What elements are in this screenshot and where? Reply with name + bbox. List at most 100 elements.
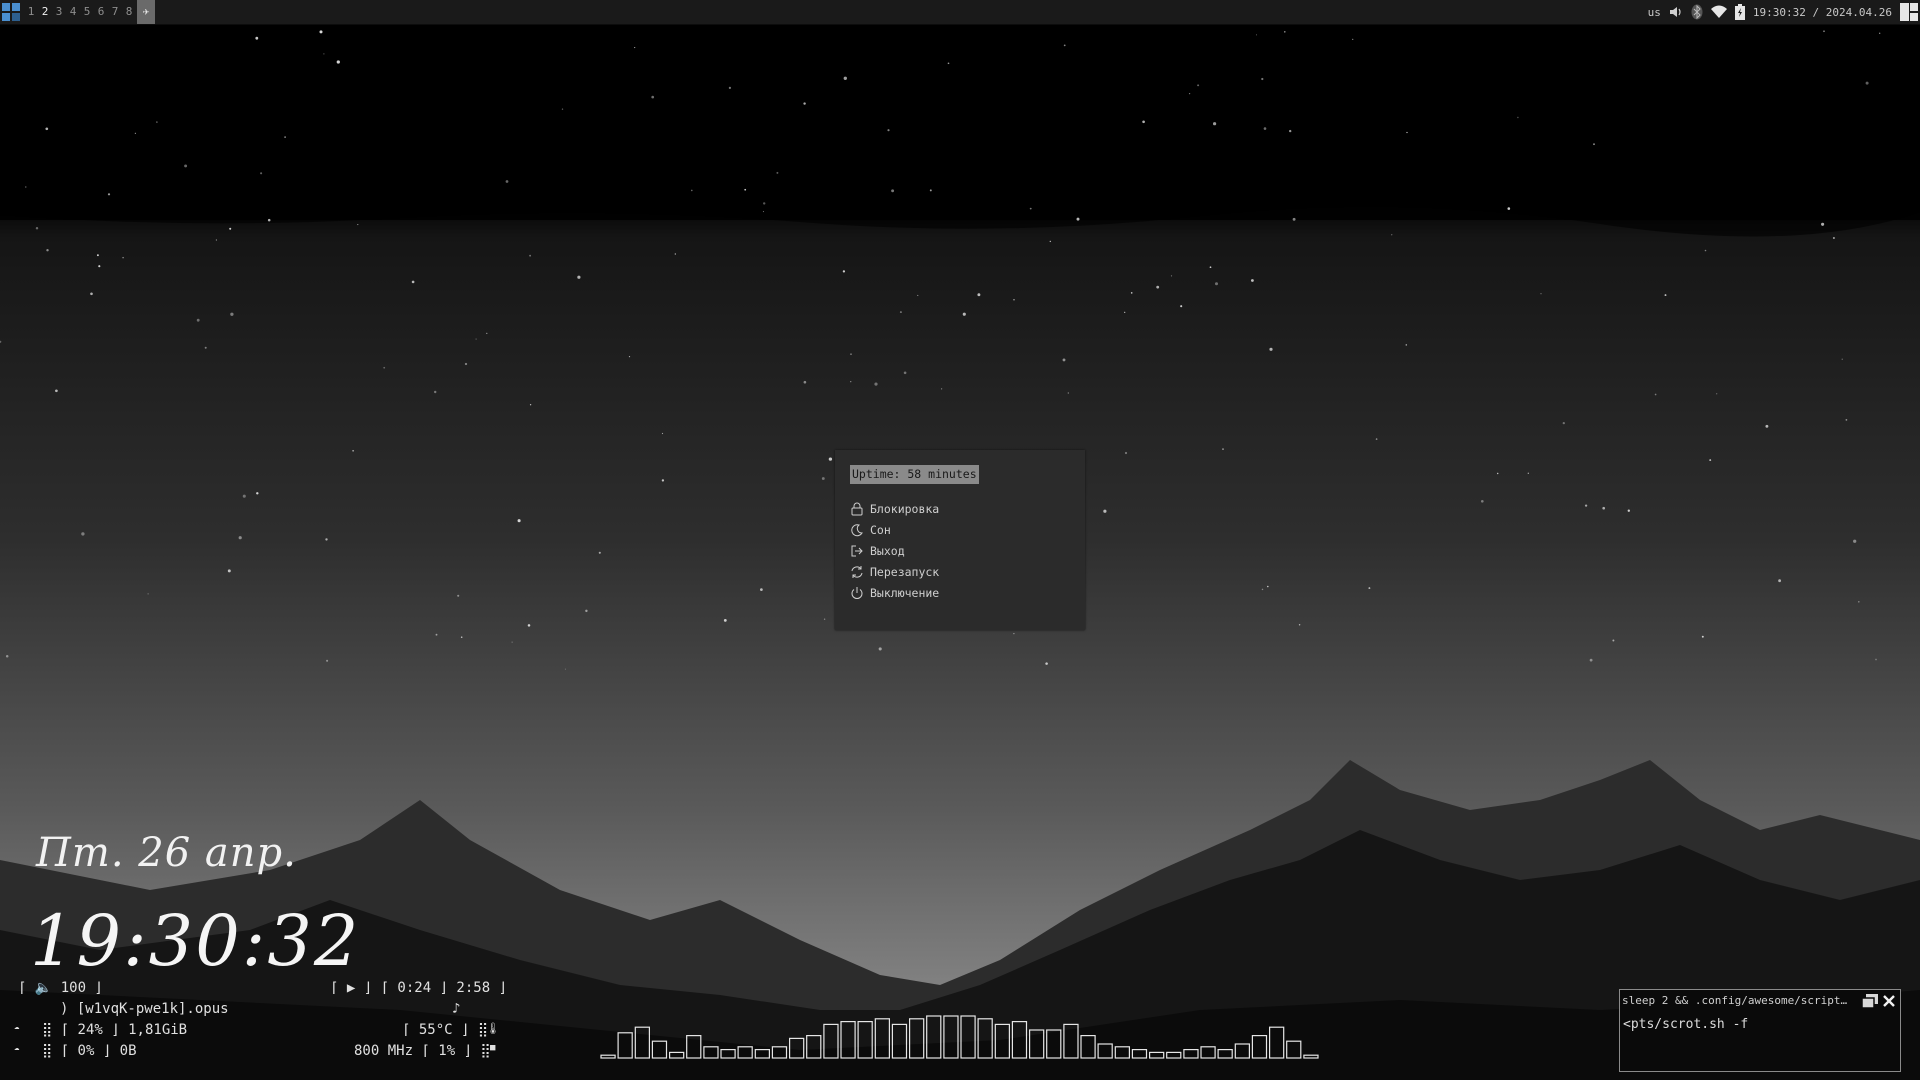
star	[1406, 131, 1408, 134]
star	[1267, 585, 1269, 588]
visualizer-bar	[874, 1018, 890, 1059]
star	[1858, 601, 1860, 603]
star	[1496, 472, 1499, 475]
star	[628, 356, 631, 358]
visualizer-bar	[600, 1054, 616, 1059]
star	[457, 594, 460, 597]
star	[435, 633, 438, 636]
visualizer-bar	[1063, 1023, 1079, 1059]
star	[215, 239, 218, 241]
star	[156, 121, 158, 123]
star	[325, 538, 328, 541]
star	[1263, 127, 1267, 130]
star	[255, 36, 259, 40]
star	[267, 218, 271, 222]
star	[46, 249, 49, 252]
lock-icon	[851, 502, 863, 516]
star	[1853, 539, 1857, 543]
session-menu: Uptime: 58 minutes Блокировка Сон Выход …	[835, 450, 1085, 630]
star	[1197, 84, 1200, 87]
visualizer-bar	[703, 1046, 719, 1059]
tag-2[interactable]: 2	[38, 0, 52, 24]
star	[850, 353, 852, 355]
star	[1076, 217, 1080, 221]
keyboard-layout[interactable]: us	[1648, 6, 1661, 19]
visualizer-bar	[1303, 1054, 1319, 1059]
star	[107, 193, 111, 196]
star	[1589, 658, 1593, 662]
star	[843, 76, 847, 80]
menu-item-sleep[interactable]: Сон	[850, 520, 891, 540]
star	[1593, 143, 1595, 146]
visualizer-bar	[1183, 1048, 1199, 1059]
star	[1865, 81, 1869, 85]
memory-widget: ⣿ ⌈ 24% ⌋ 1,81GiB	[42, 1022, 188, 1038]
launcher-icon[interactable]	[2, 3, 20, 21]
volume-widget[interactable]: ⌈ 🔈 100 ⌋	[18, 980, 103, 996]
menu-item-label: Сон	[870, 523, 891, 537]
star	[1214, 282, 1219, 286]
visualizer-bar	[960, 1015, 976, 1059]
volume-icon[interactable]	[1669, 5, 1683, 19]
star	[196, 318, 200, 322]
layout-icon[interactable]	[1900, 3, 1918, 21]
star	[1209, 266, 1212, 269]
wifi-icon[interactable]	[1710, 5, 1727, 19]
menu-item-label: Блокировка	[870, 502, 940, 516]
bluetooth-icon[interactable]	[1691, 4, 1703, 20]
star	[887, 129, 890, 132]
star	[1156, 285, 1160, 289]
star	[744, 188, 747, 191]
temperature-widget: ⌈ 55°C ⌋ ⣿	[402, 1022, 489, 1038]
menu-item-logout[interactable]: Выход	[850, 541, 905, 561]
star	[326, 659, 329, 662]
menu-item-restart[interactable]: Перезапуск	[850, 562, 939, 582]
star	[1180, 305, 1183, 308]
star	[1701, 635, 1704, 638]
terminal-window[interactable]: sleep 2 && .config/awesome/scripts/scr… …	[1619, 989, 1901, 1072]
tag-list: 12345678	[24, 0, 136, 24]
topbar-clock[interactable]: 19:30:32 / 2024.04.26	[1753, 6, 1892, 19]
star	[1261, 77, 1264, 81]
menu-item-shutdown[interactable]: Выключение	[850, 583, 939, 603]
tag-4[interactable]: 4	[66, 0, 80, 24]
moon-icon	[851, 524, 863, 537]
star	[874, 382, 878, 386]
audio-visualizer	[600, 1015, 1319, 1059]
star	[776, 171, 779, 174]
star	[511, 641, 513, 643]
star	[319, 30, 323, 34]
float-icon[interactable]	[1862, 994, 1878, 1008]
visualizer-bar	[668, 1051, 685, 1059]
visualizer-bar	[1029, 1029, 1045, 1059]
star	[475, 338, 477, 340]
star	[929, 189, 932, 192]
visualizer-bar	[686, 1034, 702, 1059]
star	[5, 654, 9, 658]
star	[45, 127, 49, 131]
visualizer-bar	[926, 1015, 942, 1059]
star	[1821, 222, 1825, 226]
visualizer-bar	[1251, 1034, 1268, 1059]
star	[1142, 120, 1145, 124]
tag-7[interactable]: 7	[108, 0, 122, 24]
tag-3[interactable]: 3	[52, 0, 66, 24]
star	[803, 380, 807, 384]
star	[760, 588, 763, 591]
star	[1255, 34, 1258, 36]
star	[891, 189, 895, 193]
star	[577, 275, 581, 279]
tag-6[interactable]: 6	[94, 0, 108, 24]
layout-indicator[interactable]: ✈	[137, 0, 155, 24]
star	[1213, 122, 1217, 126]
player-widget[interactable]: ⌈ ▶ ⌋ ⌈ 0:24 ⌋ 2:58 ⌋	[330, 980, 507, 996]
star	[230, 312, 234, 316]
visualizer-bar	[1234, 1043, 1250, 1059]
tag-5[interactable]: 5	[80, 0, 94, 24]
menu-item-lock[interactable]: Блокировка	[850, 499, 939, 519]
battery-icon[interactable]	[1734, 4, 1745, 20]
menu-item-label: Выход	[870, 544, 905, 558]
close-icon[interactable]	[1882, 994, 1896, 1008]
tag-1[interactable]: 1	[24, 0, 38, 24]
tag-8[interactable]: 8	[122, 0, 136, 24]
